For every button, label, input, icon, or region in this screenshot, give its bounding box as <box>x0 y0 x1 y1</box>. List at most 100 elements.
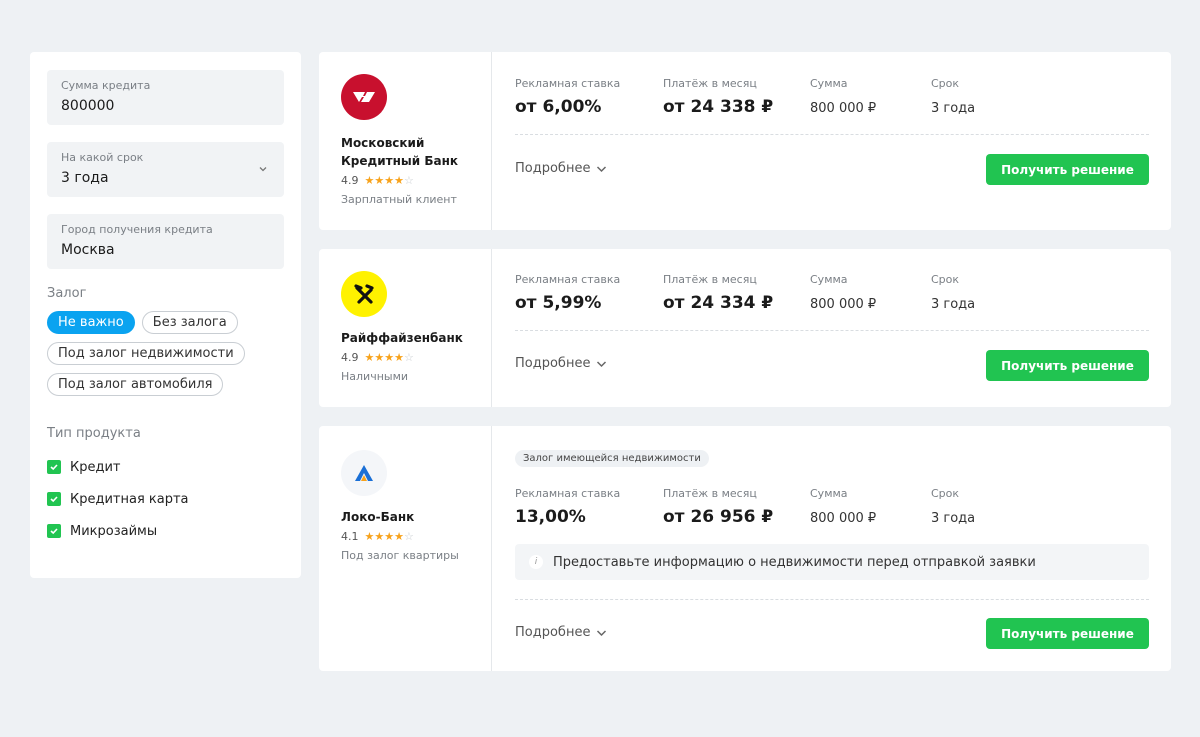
payment-value: от 24 334 ₽ <box>663 293 774 313</box>
term-label: Срок <box>931 77 960 90</box>
rate-metric: Рекламная ставка 13,00% <box>515 487 663 530</box>
chip-any[interactable]: Не важно <box>47 311 135 334</box>
term-value: 3 года <box>931 511 976 526</box>
city-label: Город получения кредита <box>61 223 213 236</box>
rate-value: от 5,99% <box>515 293 602 313</box>
amount-label: Сумма кредита <box>61 79 151 92</box>
divider <box>515 599 1149 600</box>
offer-metrics: Рекламная ставка от 6,00% Платёж в месяц… <box>515 77 1149 120</box>
bank-rating: 4.1 ★★★★☆ <box>341 530 491 543</box>
sum-metric: Сумма 800 000 ₽ <box>810 273 931 316</box>
checkbox-checked-icon[interactable] <box>47 460 61 474</box>
bank-info: Московский Кредитный Банк 4.9 ★★★★☆ Зарп… <box>319 52 492 230</box>
bank-name[interactable]: Локо-Банк <box>341 508 476 526</box>
payment-metric: Платёж в месяц от 26 956 ₽ <box>663 487 810 530</box>
sum-label: Сумма <box>810 77 848 90</box>
checkbox-label: Кредитная карта <box>70 491 189 507</box>
sum-metric: Сумма 800 000 ₽ <box>810 77 931 120</box>
checkbox-label: Кредит <box>70 459 121 475</box>
term-label: Срок <box>931 273 960 286</box>
payment-label: Платёж в месяц <box>663 77 757 90</box>
amount-field[interactable]: Сумма кредита 800000 <box>47 70 284 125</box>
term-metric: Срок 3 года <box>931 273 975 316</box>
amount-value[interactable]: 800000 <box>61 97 270 115</box>
rate-metric: Рекламная ставка от 6,00% <box>515 77 663 120</box>
term-metric: Срок 3 года <box>931 487 975 530</box>
star-rating-icon: ★★★★☆ <box>364 530 414 543</box>
details-label: Подробнее <box>515 161 591 176</box>
product-type-title: Тип продукта <box>47 426 141 441</box>
sum-value: 800 000 ₽ <box>810 511 877 526</box>
payment-value: от 24 338 ₽ <box>663 97 774 117</box>
term-label: На какой срок <box>61 151 144 164</box>
sum-metric: Сумма 800 000 ₽ <box>810 487 931 530</box>
rate-label: Рекламная ставка <box>515 487 621 500</box>
rating-value: 4.1 <box>341 530 359 543</box>
checkbox-label: Микрозаймы <box>70 523 158 539</box>
product-type-list: Кредит Кредитная карта Микрозаймы <box>47 451 284 547</box>
divider <box>515 330 1149 331</box>
bank-rating: 4.9 ★★★★☆ <box>341 351 491 364</box>
raiffeisen-logo-icon <box>341 271 387 317</box>
bank-info: Локо-Банк 4.1 ★★★★☆ Под залог квартиры <box>319 426 492 671</box>
details-toggle[interactable]: Подробнее <box>515 625 607 640</box>
bank-name[interactable]: Райффайзенбанк <box>341 329 476 347</box>
payment-metric: Платёж в месяц от 24 334 ₽ <box>663 273 810 316</box>
term-value: 3 года <box>931 297 976 312</box>
bank-subtitle: Под залог квартиры <box>341 549 459 562</box>
get-decision-button[interactable]: Получить решение <box>986 618 1149 649</box>
rating-value: 4.9 <box>341 351 359 364</box>
offer-details: Рекламная ставка от 5,99% Платёж в месяц… <box>515 249 1149 407</box>
details-label: Подробнее <box>515 625 591 640</box>
city-value[interactable]: Москва <box>61 241 270 259</box>
divider <box>515 134 1149 135</box>
info-text: Предоставьте информацию о недвижимости п… <box>553 554 1036 570</box>
filters-panel: Сумма кредита 800000 На какой срок 3 год… <box>30 52 301 578</box>
rate-label: Рекламная ставка <box>515 273 621 286</box>
checkbox-checked-icon[interactable] <box>47 524 61 538</box>
mkb-logo-icon <box>341 74 387 120</box>
collateral-tag: Залог имеющейся недвижимости <box>515 450 709 467</box>
chip-real-estate[interactable]: Под залог недвижимости <box>47 342 245 365</box>
payment-metric: Платёж в месяц от 24 338 ₽ <box>663 77 810 120</box>
details-toggle[interactable]: Подробнее <box>515 161 607 176</box>
checkbox-checked-icon[interactable] <box>47 492 61 506</box>
term-metric: Срок 3 года <box>931 77 975 120</box>
term-select[interactable]: На какой срок 3 года <box>47 142 284 197</box>
sum-value: 800 000 ₽ <box>810 101 877 116</box>
offer-metrics: Рекламная ставка 13,00% Платёж в месяц о… <box>515 487 1149 530</box>
details-label: Подробнее <box>515 356 591 371</box>
payment-label: Платёж в месяц <box>663 487 757 500</box>
rate-label: Рекламная ставка <box>515 77 621 90</box>
loko-logo-icon <box>341 450 387 496</box>
offer-card: Локо-Банк 4.1 ★★★★☆ Под залог квартиры З… <box>319 426 1171 671</box>
chip-no-collateral[interactable]: Без залога <box>141 311 238 334</box>
bank-rating: 4.9 ★★★★☆ <box>341 174 491 187</box>
offer-metrics: Рекламная ставка от 5,99% Платёж в месяц… <box>515 273 1149 316</box>
checkbox-microloans[interactable]: Микрозаймы <box>47 515 284 547</box>
collateral-options: Не важно Без залога Под залог недвижимос… <box>47 311 284 404</box>
chevron-down-icon <box>259 167 267 172</box>
sum-value: 800 000 ₽ <box>810 297 877 312</box>
get-decision-button[interactable]: Получить решение <box>986 350 1149 381</box>
payment-value: от 26 956 ₽ <box>663 507 774 527</box>
city-field[interactable]: Город получения кредита Москва <box>47 214 284 269</box>
star-rating-icon: ★★★★☆ <box>364 174 414 187</box>
get-decision-button[interactable]: Получить решение <box>986 154 1149 185</box>
rate-value: 13,00% <box>515 507 586 527</box>
payment-label: Платёж в месяц <box>663 273 757 286</box>
rating-value: 4.9 <box>341 174 359 187</box>
bank-name[interactable]: Московский Кредитный Банк <box>341 134 476 170</box>
bank-info: Райффайзенбанк 4.9 ★★★★☆ Наличными <box>319 249 492 407</box>
chip-car[interactable]: Под залог автомобиля <box>47 373 224 396</box>
info-icon: i <box>529 555 543 569</box>
details-toggle[interactable]: Подробнее <box>515 356 607 371</box>
info-notice: i Предоставьте информацию о недвижимости… <box>515 544 1149 580</box>
checkbox-credit[interactable]: Кредит <box>47 451 284 483</box>
rate-value: от 6,00% <box>515 97 602 117</box>
chevron-down-icon <box>597 629 607 636</box>
rate-metric: Рекламная ставка от 5,99% <box>515 273 663 316</box>
star-rating-icon: ★★★★☆ <box>364 351 414 364</box>
checkbox-credit-card[interactable]: Кредитная карта <box>47 483 284 515</box>
offer-card: Московский Кредитный Банк 4.9 ★★★★☆ Зарп… <box>319 52 1171 230</box>
